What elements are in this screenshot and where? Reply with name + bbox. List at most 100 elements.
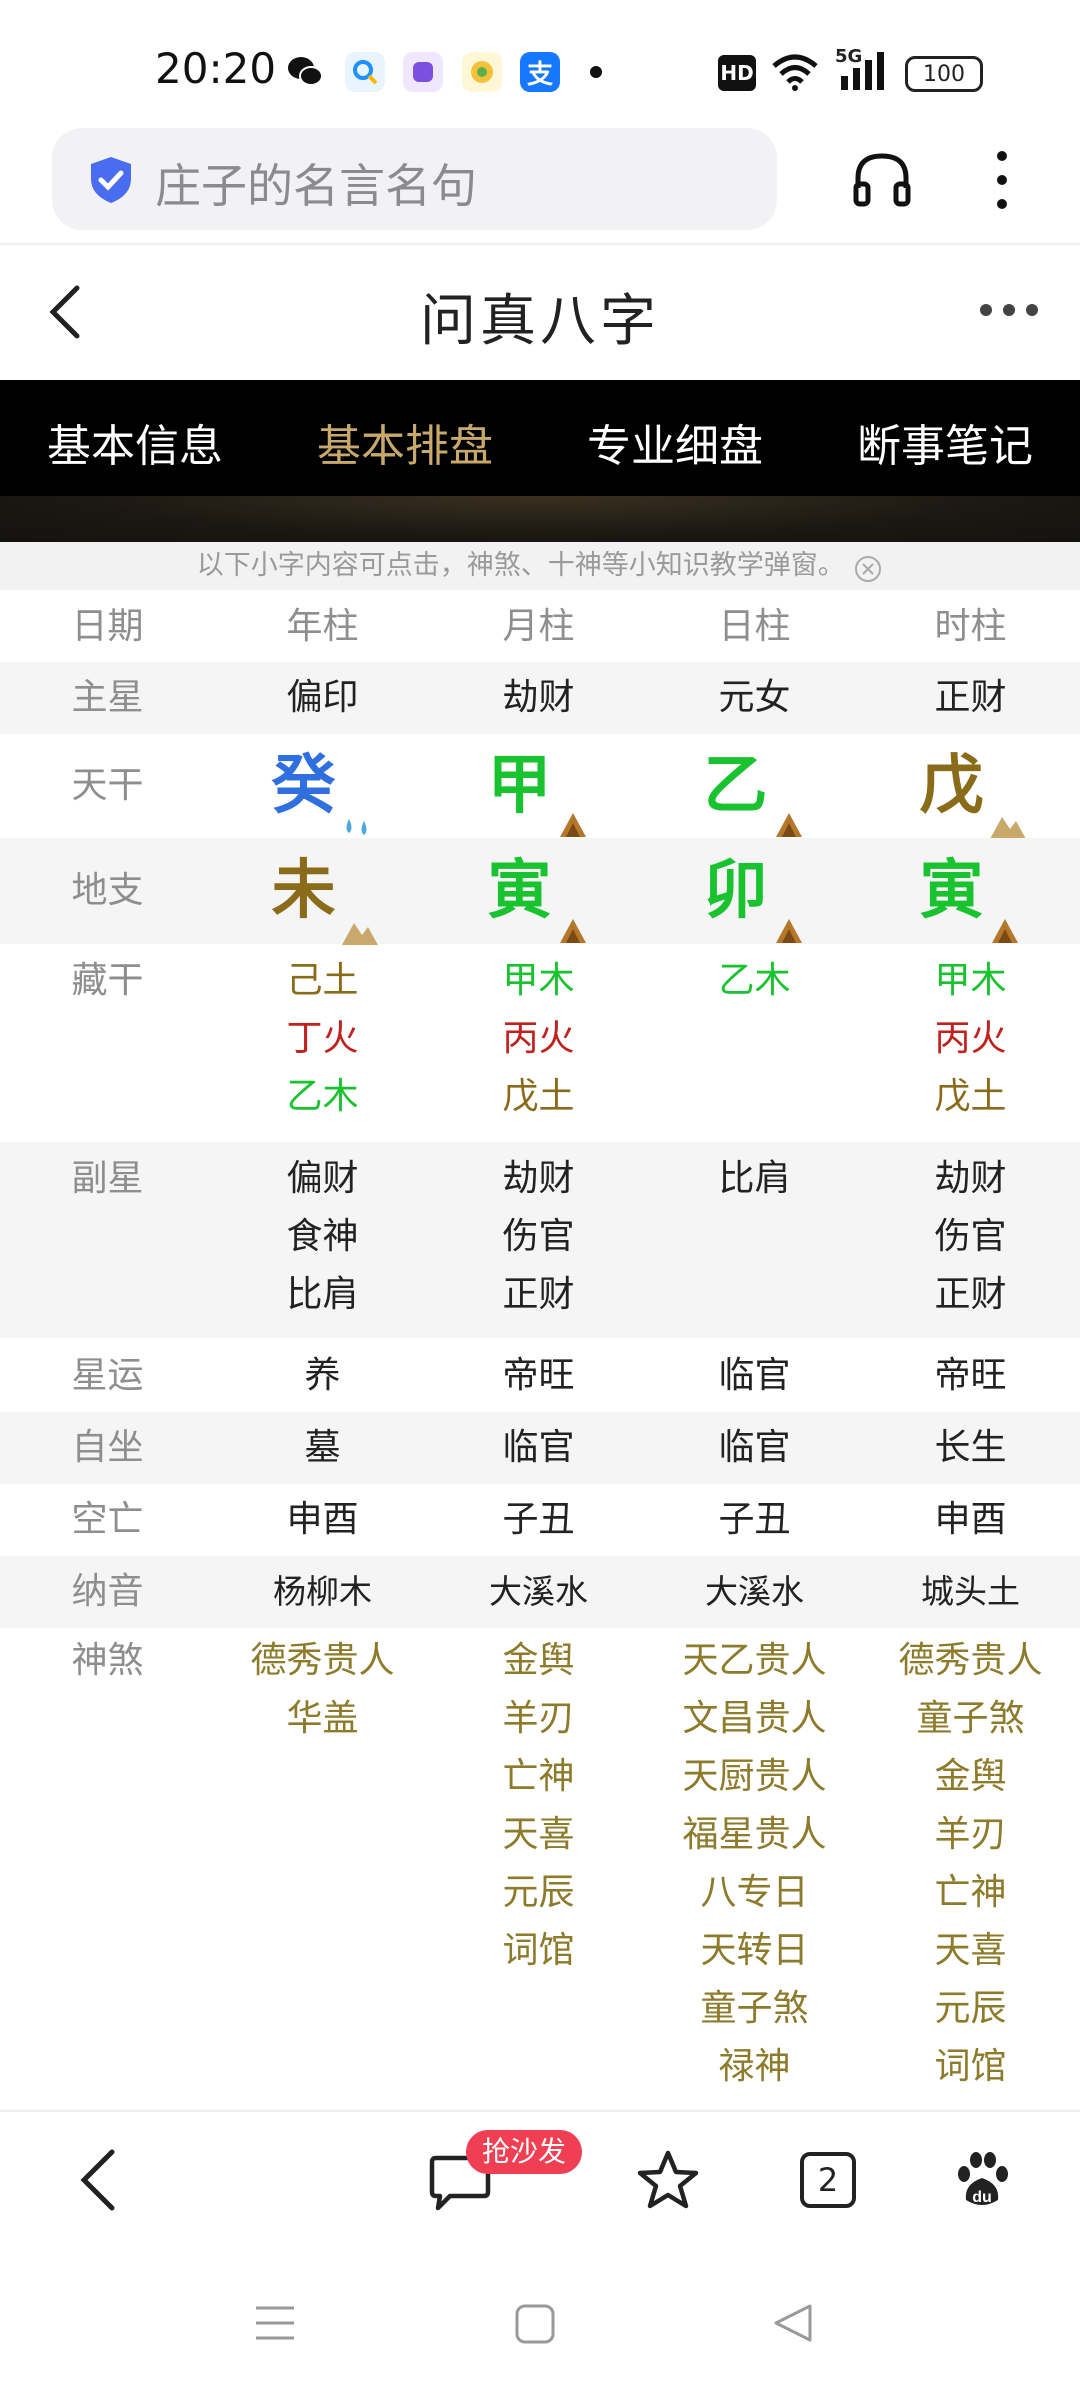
back-icon[interactable]: [68, 2148, 132, 2212]
stem-year[interactable]: 癸: [272, 749, 336, 823]
branch-day[interactable]: 卯: [704, 854, 768, 928]
sofa-badge[interactable]: 抢沙发: [466, 2130, 583, 2174]
hidden-stem[interactable]: 甲木: [431, 952, 646, 1010]
home-icon[interactable]: [514, 2303, 556, 2345]
shensha-item[interactable]: 禄神: [647, 2038, 862, 2096]
shensha-item[interactable]: 八专日: [647, 1864, 862, 1922]
sub-star[interactable]: 偏财: [215, 1150, 430, 1208]
sub-star[interactable]: 劫财: [863, 1150, 1078, 1208]
hidden-stem[interactable]: 戊土: [431, 1068, 646, 1126]
header-hour: 时柱: [934, 606, 1007, 647]
star-luck-hour[interactable]: 帝旺: [863, 1340, 1078, 1412]
main-star-month[interactable]: 劫财: [431, 662, 646, 734]
shensha-item[interactable]: 福星贵人: [647, 1806, 862, 1864]
hidden-stem[interactable]: 戊土: [863, 1068, 1078, 1126]
main-star-hour[interactable]: 正财: [863, 662, 1078, 734]
wechat-icon: [285, 52, 325, 92]
tab-count-button[interactable]: 2: [800, 2152, 856, 2208]
sub-star[interactable]: 正财: [431, 1266, 646, 1324]
tab-basic-chart[interactable]: 基本排盘: [270, 410, 540, 474]
shensha-item[interactable]: 天喜: [431, 1806, 646, 1864]
sub-star[interactable]: 食神: [215, 1208, 430, 1266]
tab-professional-chart[interactable]: 专业细盘: [540, 410, 810, 474]
close-icon[interactable]: [853, 552, 883, 582]
branch-year[interactable]: 未: [272, 854, 336, 928]
row-label: 星运: [71, 1355, 144, 1396]
shensha-item[interactable]: 文昌贵人: [647, 1690, 862, 1748]
shensha-item[interactable]: 亡神: [431, 1748, 646, 1806]
shensha-item[interactable]: 天厨贵人: [647, 1748, 862, 1806]
branch-month[interactable]: 寅: [488, 854, 552, 928]
hidden-stem[interactable]: 丁火: [215, 1010, 430, 1068]
self-seat-year[interactable]: 墓: [215, 1412, 430, 1484]
self-seat-month[interactable]: 临官: [431, 1412, 646, 1484]
sub-star[interactable]: 正财: [863, 1266, 1078, 1324]
hd-icon: HD: [718, 55, 756, 91]
self-seat-day[interactable]: 临官: [647, 1412, 862, 1484]
shensha-item[interactable]: 天乙贵人: [647, 1632, 862, 1690]
stem-hour[interactable]: 戊: [920, 749, 984, 823]
shensha-item[interactable]: 元辰: [863, 1980, 1078, 2038]
shensha-item[interactable]: 金舆: [863, 1748, 1078, 1806]
row-label: 藏干: [71, 960, 144, 1001]
shensha-item[interactable]: 金舆: [431, 1632, 646, 1690]
star-icon[interactable]: [636, 2148, 700, 2212]
hidden-stem[interactable]: 己土: [215, 952, 430, 1010]
branch-hour[interactable]: 寅: [920, 854, 984, 928]
shensha-item[interactable]: 羊刃: [863, 1806, 1078, 1864]
divider: [0, 2110, 1080, 2112]
shensha-item[interactable]: 词馆: [863, 2038, 1078, 2096]
headphones-icon[interactable]: [850, 148, 914, 212]
mountain-icon: [988, 780, 1026, 839]
void-hour[interactable]: 申酉: [863, 1484, 1078, 1556]
hidden-stem[interactable]: 乙木: [647, 952, 862, 1010]
star-luck-day[interactable]: 临官: [647, 1340, 862, 1412]
shensha-item[interactable]: 华盖: [215, 1690, 430, 1748]
hidden-stem[interactable]: 乙木: [215, 1068, 430, 1126]
void-year[interactable]: 申酉: [215, 1484, 430, 1556]
shensha-item[interactable]: 元辰: [431, 1864, 646, 1922]
shensha-item[interactable]: 羊刃: [431, 1690, 646, 1748]
shensha-item[interactable]: 天转日: [647, 1922, 862, 1980]
self-seat-hour[interactable]: 长生: [863, 1412, 1078, 1484]
tab-basic-info[interactable]: 基本信息: [0, 410, 270, 474]
star-luck-year[interactable]: 养: [215, 1340, 430, 1412]
nayin-month[interactable]: 大溪水: [431, 1556, 646, 1628]
baidu-icon[interactable]: du: [950, 2148, 1014, 2212]
sub-star[interactable]: 比肩: [215, 1266, 430, 1324]
nayin-hour[interactable]: 城头土: [863, 1556, 1078, 1628]
stem-day[interactable]: 乙: [704, 749, 768, 823]
shensha-item[interactable]: 词馆: [431, 1922, 646, 1980]
sub-star[interactable]: 比肩: [647, 1150, 862, 1208]
hidden-stem[interactable]: 丙火: [863, 1010, 1078, 1068]
nayin-year[interactable]: 杨柳木: [215, 1556, 430, 1628]
banner: [0, 496, 1080, 542]
void-day[interactable]: 子丑: [647, 1484, 862, 1556]
shensha-item[interactable]: 童子煞: [647, 1980, 862, 2038]
main-star-year[interactable]: 偏印: [215, 662, 430, 734]
hidden-stem[interactable]: 丙火: [431, 1010, 646, 1068]
void-month[interactable]: 子丑: [431, 1484, 646, 1556]
hidden-stem[interactable]: 甲木: [863, 952, 1078, 1010]
row-label: 纳音: [71, 1571, 144, 1612]
main-star-day[interactable]: 元女: [647, 662, 862, 734]
sub-star[interactable]: 伤官: [431, 1208, 646, 1266]
more-horiz-icon[interactable]: [978, 302, 1040, 318]
table-row: 副星 偏财 食神 比肩 劫财 伤官 正财 比肩 劫财 伤官 正财: [0, 1142, 1080, 1338]
tab-notes[interactable]: 断事笔记: [810, 410, 1080, 474]
sub-star[interactable]: 伤官: [863, 1208, 1078, 1266]
shensha-item[interactable]: 亡神: [863, 1864, 1078, 1922]
shensha-item[interactable]: 天喜: [863, 1922, 1078, 1980]
stem-month[interactable]: 甲: [488, 749, 552, 823]
back-triangle-icon[interactable]: [770, 2300, 816, 2346]
search-input[interactable]: 庄子的名言名句: [155, 150, 477, 216]
shensha-item[interactable]: 德秀贵人: [215, 1632, 430, 1690]
star-luck-month[interactable]: 帝旺: [431, 1340, 646, 1412]
header-year: 年柱: [286, 606, 359, 647]
menu-icon[interactable]: [252, 2300, 298, 2346]
sub-star[interactable]: 劫财: [431, 1150, 646, 1208]
more-vert-icon[interactable]: [996, 148, 1008, 212]
shensha-item[interactable]: 童子煞: [863, 1690, 1078, 1748]
shensha-item[interactable]: 德秀贵人: [863, 1632, 1078, 1690]
nayin-day[interactable]: 大溪水: [647, 1556, 862, 1628]
